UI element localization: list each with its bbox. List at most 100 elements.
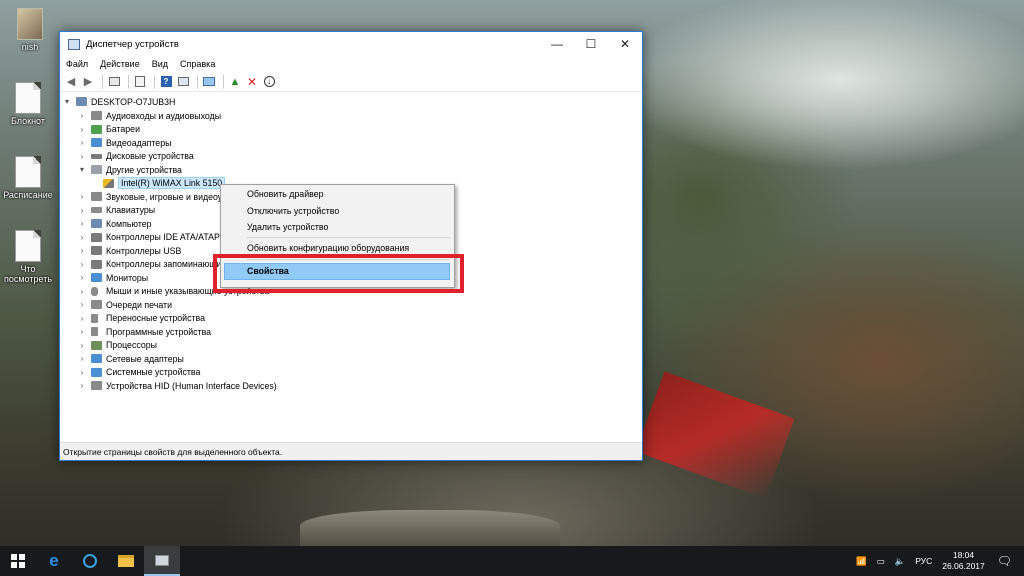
chevron-right-icon[interactable]: › [78, 314, 86, 323]
document-icon [15, 156, 41, 188]
tree-item-network-adapters[interactable]: › Сетевые адаптеры [78, 352, 184, 366]
software-device-icon [91, 327, 98, 337]
controller-icon [91, 232, 102, 242]
hid-icon [91, 381, 102, 391]
tree-item-label: Контроллеры IDE ATA/ATAPI [106, 232, 223, 243]
tree-item-print-queues[interactable]: › Очереди печати [78, 298, 172, 312]
mouse-icon [91, 286, 98, 296]
help-icon[interactable]: ? [159, 75, 173, 89]
tree-item-system-devices[interactable]: › Системные устройства [78, 366, 201, 380]
menu-item-uninstall-device[interactable]: Удалить устройство [247, 222, 328, 232]
clock[interactable]: 18:04 26.06.2017 [942, 550, 985, 572]
chevron-right-icon[interactable]: › [78, 273, 86, 282]
tree-root[interactable]: ▾ DESKTOP-O7JUB3H [63, 95, 175, 109]
file-explorer-icon[interactable] [108, 546, 144, 576]
chevron-right-icon[interactable]: › [78, 300, 86, 309]
tree-item-batteries[interactable]: › Батареи [78, 123, 140, 137]
chevron-right-icon[interactable]: › [78, 287, 86, 296]
device-manager-icon[interactable] [144, 546, 180, 576]
chevron-right-icon[interactable]: › [78, 341, 86, 350]
display-adapter-icon [91, 138, 102, 148]
windows-logo-icon[interactable] [0, 546, 36, 576]
desktop-icon-label: Блокнот [10, 116, 45, 126]
chevron-right-icon[interactable]: › [78, 246, 86, 255]
menu-help[interactable]: Справка [180, 59, 215, 69]
tree-item-label: Процессоры [106, 340, 157, 351]
chevron-right-icon[interactable]: › [78, 233, 86, 242]
properties-icon[interactable] [133, 75, 147, 89]
edge-icon[interactable]: e [36, 546, 72, 576]
chevron-right-icon[interactable]: › [78, 381, 86, 390]
chevron-down-icon[interactable]: ▾ [63, 97, 71, 106]
printer-icon [91, 300, 102, 310]
network-icon[interactable]: 📶 [856, 556, 867, 567]
menu-item-disable-device[interactable]: Отключить устройство [247, 206, 339, 216]
desktop-icon-user[interactable]: nish [2, 8, 58, 52]
chevron-right-icon[interactable]: › [78, 152, 86, 161]
tree-item-software-devices[interactable]: › Программные устройства [78, 325, 211, 339]
tree-item-other-devices[interactable]: ▾ Другие устройства [78, 163, 182, 177]
title-bar[interactable]: Диспетчер устройств — ☐ ✕ [60, 32, 642, 56]
tree-item-hid[interactable]: › Устройства HID (Human Interface Device… [78, 379, 277, 393]
download-icon[interactable]: ↓ [262, 75, 276, 89]
forward-icon[interactable]: ▶ [81, 75, 95, 89]
notifications-icon[interactable]: 🗨 [997, 554, 1012, 568]
back-icon[interactable]: ◀ [64, 75, 78, 89]
chevron-right-icon[interactable]: › [78, 219, 86, 228]
user-folder-icon [17, 8, 43, 40]
media-icon[interactable] [72, 546, 108, 576]
computer-icon [91, 219, 102, 229]
desktop-icon-notepad[interactable]: Блокнот [0, 82, 56, 126]
chevron-right-icon[interactable]: › [78, 125, 86, 134]
minimize-button[interactable]: — [540, 32, 574, 56]
desktop-icon-watchlist[interactable]: Что посмотреть [0, 230, 56, 284]
tree-item-display-adapters[interactable]: › Видеоадаптеры [78, 136, 172, 150]
chevron-down-icon[interactable]: ▾ [78, 165, 86, 174]
view-icon[interactable] [176, 75, 190, 89]
tree-item-disk-drives[interactable]: › Дисковые устройства [78, 150, 194, 164]
tree-item-keyboards[interactable]: › Клавиатуры [78, 204, 155, 218]
tree-item-audio[interactable]: › Аудиовходы и аудиовыходы [78, 109, 221, 123]
uninstall-icon[interactable]: ✕ [245, 75, 259, 89]
maximize-button[interactable]: ☐ [574, 32, 608, 56]
desktop-icon-label: Расписание [3, 190, 53, 200]
chevron-right-icon[interactable]: › [78, 192, 86, 201]
tree-item-usb[interactable]: › Контроллеры USB [78, 244, 182, 258]
tree-item-ide[interactable]: › Контроллеры IDE ATA/ATAPI [78, 231, 223, 245]
update-driver-icon[interactable]: ▲ [228, 75, 242, 89]
close-button[interactable]: ✕ [608, 32, 642, 56]
chevron-right-icon[interactable]: › [78, 327, 86, 336]
tree-item-processors[interactable]: › Процессоры [78, 339, 157, 353]
chevron-right-icon[interactable]: › [78, 111, 86, 120]
tree-item-label: Переносные устройства [106, 313, 205, 324]
menu-item-update-driver[interactable]: Обновить драйвер [247, 189, 323, 199]
battery-icon [91, 124, 102, 134]
tree-item-monitors[interactable]: › Мониторы [78, 271, 148, 285]
tree-item-computer[interactable]: › Компьютер [78, 217, 152, 231]
system-tray: 📶 ▭ 🔈 РУС 18:04 26.06.2017 🗨 [856, 546, 1024, 576]
battery-icon[interactable]: ▭ [877, 556, 885, 567]
tree-item-portable[interactable]: › Переносные устройства [78, 312, 205, 326]
monitor-icon[interactable] [202, 75, 216, 89]
tree-view-icon[interactable] [107, 75, 121, 89]
tree-item-label: Другие устройства [106, 164, 182, 175]
chevron-right-icon[interactable]: › [78, 260, 86, 269]
menu-view[interactable]: Вид [152, 59, 168, 69]
chevron-right-icon[interactable]: › [78, 368, 86, 377]
language-indicator[interactable]: РУС [915, 556, 932, 566]
desktop-icon-schedule[interactable]: Расписание [0, 156, 56, 200]
menu-action[interactable]: Действие [100, 59, 140, 69]
speaker-icon [91, 192, 102, 202]
menu-file[interactable]: Файл [66, 59, 88, 69]
volume-icon[interactable]: 🔈 [895, 556, 906, 567]
menu-item-scan-hardware[interactable]: Обновить конфигурацию оборудования [247, 243, 409, 253]
tree-root-label: DESKTOP-O7JUB3H [91, 96, 176, 107]
chevron-right-icon[interactable]: › [78, 138, 86, 147]
toolbar-separator [223, 74, 224, 89]
tree-item-label: Дисковые устройства [106, 151, 194, 162]
usb-icon [91, 246, 102, 256]
audio-icon [91, 111, 102, 121]
chevron-right-icon[interactable]: › [78, 354, 86, 363]
chevron-right-icon[interactable]: › [78, 206, 86, 215]
tree-item-wimax[interactable]: Intel(R) WiMAX Link 5150 [95, 177, 226, 191]
